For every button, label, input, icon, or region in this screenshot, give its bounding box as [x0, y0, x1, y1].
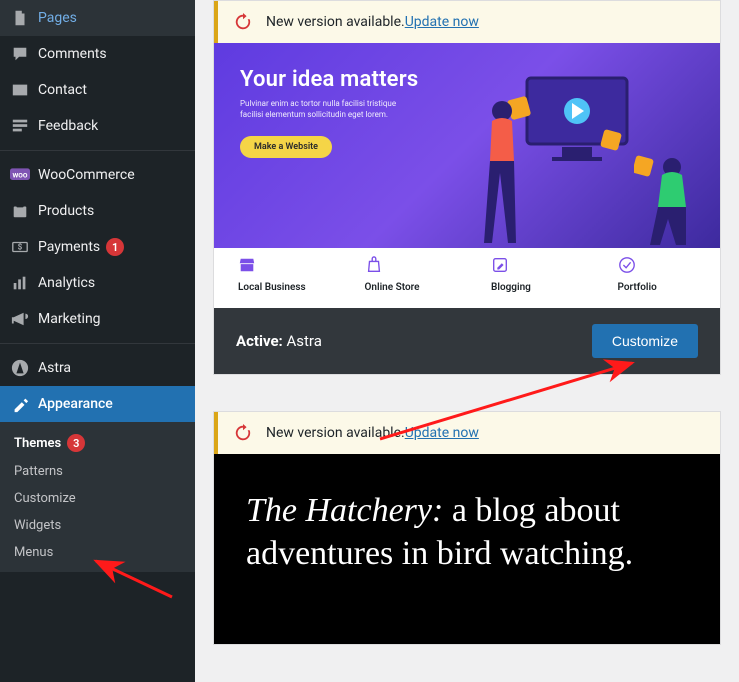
feedback-icon — [10, 116, 30, 136]
sidebar-item-label: Feedback — [38, 118, 98, 134]
notice-text: New version available. — [266, 14, 405, 30]
admin-sidebar: Pages Comments Contact Feedback WOO WooC… — [0, 0, 195, 682]
sidebar-item-comments[interactable]: Comments — [0, 36, 195, 72]
active-theme-name: Active: Astra — [236, 332, 322, 350]
sidebar-item-label: Comments — [38, 46, 107, 62]
update-icon — [234, 424, 252, 442]
svg-text:$: $ — [18, 242, 23, 252]
category-blogging: Blogging — [467, 248, 594, 308]
astra-icon — [10, 358, 30, 378]
theme-hero: Your idea matters Pulvinar enim ac torto… — [214, 43, 720, 248]
sidebar-item-woocommerce[interactable]: WOO WooCommerce — [0, 157, 195, 193]
theme-card-hatchery: New version available. Update now The Ha… — [213, 411, 721, 645]
payments-icon: $ — [10, 237, 30, 257]
hero-desc: Pulvinar enim ac tortor nulla facilisi t… — [240, 98, 420, 120]
comments-icon — [10, 44, 30, 64]
sidebar-item-marketing[interactable]: Marketing — [0, 301, 195, 337]
customize-button[interactable]: Customize — [592, 324, 698, 358]
sidebar-separator — [0, 150, 195, 151]
sidebar-item-label: Contact — [38, 82, 87, 98]
sidebar-item-contact[interactable]: Contact — [0, 72, 195, 108]
content-area: New version available. Update now Your i… — [195, 0, 739, 682]
products-icon — [10, 201, 30, 221]
sidebar-item-label: Astra — [38, 360, 71, 376]
notice-text: New version available. — [266, 425, 405, 441]
theme-categories: Local Business Online Store Blogging Por… — [214, 248, 720, 308]
theme-footer: Active: Astra Customize — [214, 308, 720, 374]
sidebar-item-label: Pages — [38, 10, 77, 26]
update-notice: New version available. Update now — [214, 412, 720, 454]
sidebar-separator — [0, 343, 195, 344]
hero-title: Your idea matters — [240, 67, 420, 92]
theme-card-astra: New version available. Update now Your i… — [213, 0, 721, 375]
person-illustration-icon — [634, 149, 704, 247]
category-label: Blogging — [491, 282, 570, 293]
hero-title: The Hatchery: a blog about adventures in… — [246, 490, 688, 575]
submenu-item-label: Patterns — [14, 464, 63, 479]
hero-cta-button: Make a Website — [240, 136, 332, 158]
update-now-link[interactable]: Update now — [405, 14, 479, 30]
analytics-icon — [10, 273, 30, 293]
pages-icon — [10, 8, 30, 28]
woocommerce-icon: WOO — [10, 165, 30, 185]
sidebar-item-label: Products — [38, 203, 94, 219]
appearance-submenu: Themes 3 Patterns Customize Widgets Menu… — [0, 422, 195, 572]
sidebar-item-label: Appearance — [38, 396, 113, 412]
payments-badge: 1 — [106, 238, 124, 256]
edit-icon — [491, 256, 509, 274]
sidebar-item-label: Analytics — [38, 275, 95, 291]
sidebar-item-label: Payments — [38, 239, 100, 255]
sidebar-item-feedback[interactable]: Feedback — [0, 108, 195, 144]
submenu-item-patterns[interactable]: Patterns — [0, 458, 195, 485]
submenu-item-label: Menus — [14, 545, 53, 560]
svg-text:WOO: WOO — [12, 172, 27, 180]
themes-badge: 3 — [67, 434, 85, 452]
sidebar-item-products[interactable]: Products — [0, 193, 195, 229]
envelope-icon — [10, 80, 30, 100]
active-pointer-icon — [195, 396, 203, 412]
category-label: Local Business — [238, 282, 317, 293]
category-local-business: Local Business — [214, 248, 341, 308]
sidebar-item-appearance[interactable]: Appearance — [0, 386, 195, 422]
update-now-link[interactable]: Update now — [405, 425, 479, 441]
check-circle-icon — [618, 256, 636, 274]
sidebar-item-payments[interactable]: $ Payments 1 — [0, 229, 195, 265]
sidebar-item-pages[interactable]: Pages — [0, 0, 195, 36]
category-label: Online Store — [365, 282, 444, 293]
store-icon — [238, 256, 256, 274]
update-notice: New version available. Update now — [214, 1, 720, 43]
submenu-item-menus[interactable]: Menus — [0, 539, 195, 566]
person-illustration-icon — [474, 93, 546, 248]
sidebar-item-label: WooCommerce — [38, 167, 135, 183]
megaphone-icon — [10, 309, 30, 329]
submenu-item-widgets[interactable]: Widgets — [0, 512, 195, 539]
shopping-bag-icon — [365, 256, 383, 274]
submenu-item-themes[interactable]: Themes 3 — [0, 428, 195, 458]
submenu-item-label: Customize — [14, 491, 76, 506]
category-label: Portfolio — [618, 282, 697, 293]
submenu-item-customize[interactable]: Customize — [0, 485, 195, 512]
update-icon — [234, 13, 252, 31]
sidebar-item-label: Marketing — [38, 311, 101, 327]
sidebar-item-analytics[interactable]: Analytics — [0, 265, 195, 301]
submenu-item-label: Themes — [14, 436, 61, 451]
submenu-item-label: Widgets — [14, 518, 61, 533]
theme-hero: The Hatchery: a blog about adventures in… — [214, 454, 720, 644]
sidebar-item-astra[interactable]: Astra — [0, 350, 195, 386]
appearance-icon — [10, 394, 30, 414]
category-portfolio: Portfolio — [594, 248, 721, 308]
category-online-store: Online Store — [341, 248, 468, 308]
